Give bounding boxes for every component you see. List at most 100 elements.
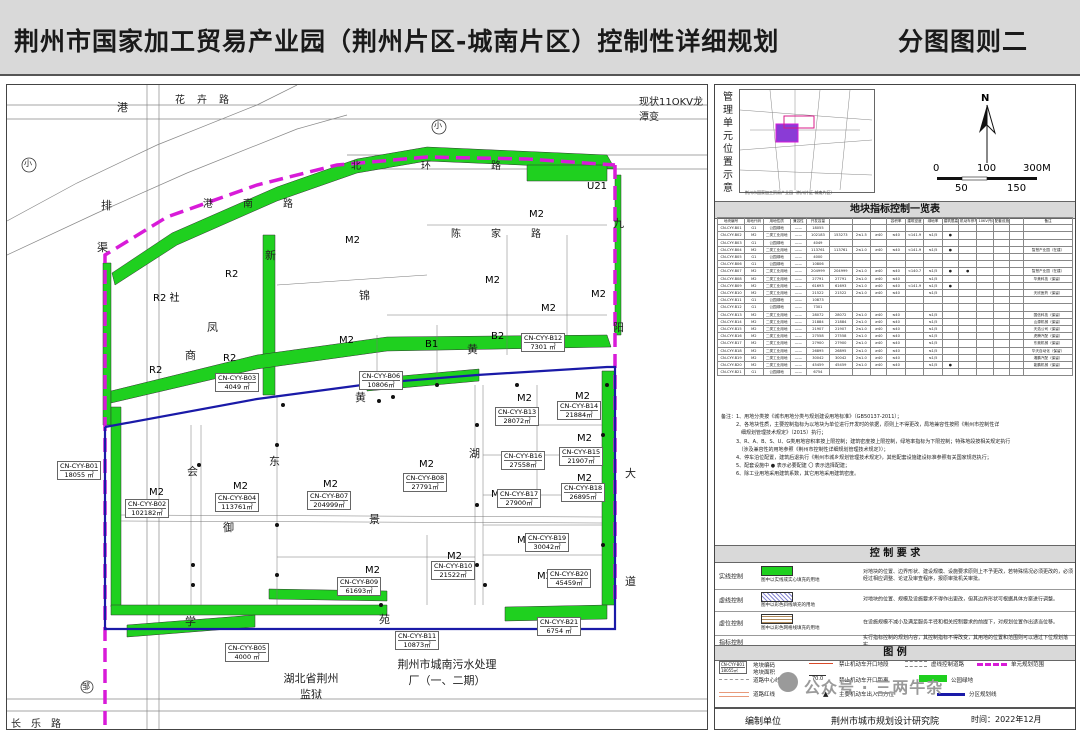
table-cell: ≥40: [870, 267, 888, 276]
road-label-jin: 锦: [359, 289, 370, 302]
table-cell: 27558: [806, 332, 830, 341]
table-cell: 天欣医药（保留）: [1023, 289, 1073, 298]
note-line: 6、除工业用地采用建筑系数，其它用地采用建筑密度。: [721, 471, 860, 478]
parcel-tag-b06: CN-CYY-B06 10806㎡: [359, 371, 404, 390]
table-cell: [904, 325, 925, 334]
table-cell: [870, 224, 888, 233]
table-cell: [941, 325, 959, 334]
table-cell: 山源机械（保留）: [1023, 317, 1073, 327]
table-cell: 10873: [806, 296, 830, 305]
table-cell: [886, 296, 906, 305]
scale-50: 50: [955, 183, 968, 194]
road-label-huahui: 花卉路: [175, 95, 241, 106]
table-cell: CN-CYY-B12: [716, 303, 746, 312]
table-cell: [886, 238, 906, 247]
table-cell: [941, 310, 959, 319]
road-label-hu: 湖: [469, 447, 480, 460]
table-cell: [957, 353, 978, 363]
table-cell: 二类工业用地: [762, 289, 791, 298]
table-cell: [976, 332, 994, 341]
table-cell: <140.7: [904, 267, 925, 276]
table-cell: [851, 368, 872, 377]
table-cell: <141.9: [904, 245, 925, 255]
table-cell: [957, 310, 978, 319]
table-cell: [923, 224, 943, 233]
road-label-jiu: 九: [613, 217, 624, 230]
table-cell: 华天自动化（保留）: [1023, 346, 1073, 355]
table-row: CN-CYY-B13 M2 二类工业用地 —— 28072 28072 2≤1.0 ≥40 ≤4…: [716, 310, 1073, 319]
zone-label-m2: M2: [339, 335, 354, 346]
table-cell: CN-CYY-B21: [716, 368, 746, 377]
table-cell: [923, 253, 943, 262]
table-cell: [886, 260, 906, 269]
road-label-changle: 长乐路: [11, 719, 71, 730]
parcel-tag-b15: CN-CYY-B15 21907㎡: [559, 447, 604, 466]
parcel-tag-b16: CN-CYY-B16 27558㎡: [501, 451, 546, 470]
table-cell: [886, 253, 906, 262]
parcel-tag-b07: CN-CYY-B07 204999㎡: [307, 491, 352, 510]
table-cell: ●: [941, 231, 959, 240]
table-cell: [957, 253, 978, 262]
table-cell: 二类工业用地: [762, 310, 791, 319]
scale-100: 100: [977, 163, 997, 174]
table-cell: ●: [941, 245, 959, 255]
overview-map: [739, 89, 875, 193]
table-cell: ≤1/5: [923, 267, 943, 276]
table-row: CN-CYY-B18 M2 二类工业用地 —— 26895 26895 2≤1.0 ≥40 ≤4…: [716, 346, 1073, 355]
table-cell: 二类工业用地: [762, 346, 791, 355]
title-bar: 荆州市国家加工贸易产业园（荆州片区-城南片区）控制性详细规划 分图图则二: [0, 0, 1080, 76]
table-cell: ——: [789, 274, 808, 283]
table-cell: [870, 303, 888, 312]
table-cell: [941, 260, 959, 269]
table-cell: [1023, 296, 1073, 305]
road-label-xin: 新: [265, 249, 276, 262]
table-cell: ≥40: [870, 346, 888, 355]
table-cell: ≤40: [886, 361, 906, 370]
table-cell: [957, 346, 978, 355]
table-cell: 华美科技（保留）: [1023, 274, 1073, 283]
table-cell: 2≤1.0: [851, 267, 872, 276]
table-cell: [992, 353, 1011, 363]
table-cell: 公园绿地: [762, 368, 791, 377]
note-line: （涉及兼容性的用地参照《荆州市控制性详细规划管理技术规定》）；: [721, 446, 889, 453]
table-cell: [904, 296, 925, 305]
road-label-paiqu-pai: 排: [101, 199, 112, 212]
table-cell: CN-CYY-B13: [716, 310, 746, 319]
table-cell: G1: [744, 253, 764, 262]
table-cell: CN-CYY-B16: [716, 332, 746, 341]
zone-label-u21: U21: [587, 181, 608, 192]
table-cell: ——: [789, 368, 808, 377]
table-row: CN-CYY-B20 M2 二类工业用地 —— 45459 45459 2≤1.0 ≥40 ≤4…: [716, 361, 1073, 370]
overview-label: 管理单元位置示意: [723, 92, 733, 194]
table-cell: [976, 353, 994, 363]
table-cell: [941, 274, 959, 283]
road-marker-xiao: 小: [24, 159, 32, 168]
table-cell: CN-CYY-B06: [716, 260, 746, 269]
table-cell: 公园绿地: [762, 238, 791, 247]
table-cell: 2≤1.0: [851, 274, 872, 283]
table-cell: [923, 368, 943, 377]
north-label: N: [981, 93, 990, 104]
table-cell: 113761: [806, 245, 830, 255]
table-cell: ≥40: [870, 310, 888, 319]
table-cell: [957, 289, 978, 298]
table-cell: G1: [744, 296, 764, 305]
table-cell: 二类工业用地: [762, 245, 791, 255]
table-cell: [992, 303, 1011, 312]
table-cell: [1008, 303, 1025, 312]
control-title: 控 制 要 求: [715, 545, 1075, 563]
table-cell: 2≤1.0: [851, 317, 872, 327]
road-label-yu: 御: [223, 521, 234, 534]
table-cell: [1023, 260, 1073, 269]
table-row: CN-CYY-B06 G1 公园绿地 —— 10806: [716, 260, 1073, 269]
table-cell: [941, 368, 959, 377]
table-cell: [976, 317, 994, 327]
table-cell: CN-CYY-B19: [716, 353, 746, 363]
table-cell: M2: [744, 353, 764, 363]
table-cell: ≤1/5: [923, 353, 943, 363]
table-cell: [976, 281, 994, 291]
table-cell: [976, 361, 994, 370]
table-cell: M2: [744, 346, 764, 355]
table-cell: [992, 281, 1011, 291]
table-row: CN-CYY-B01 G1 公园绿地 —— 18055: [716, 224, 1073, 233]
